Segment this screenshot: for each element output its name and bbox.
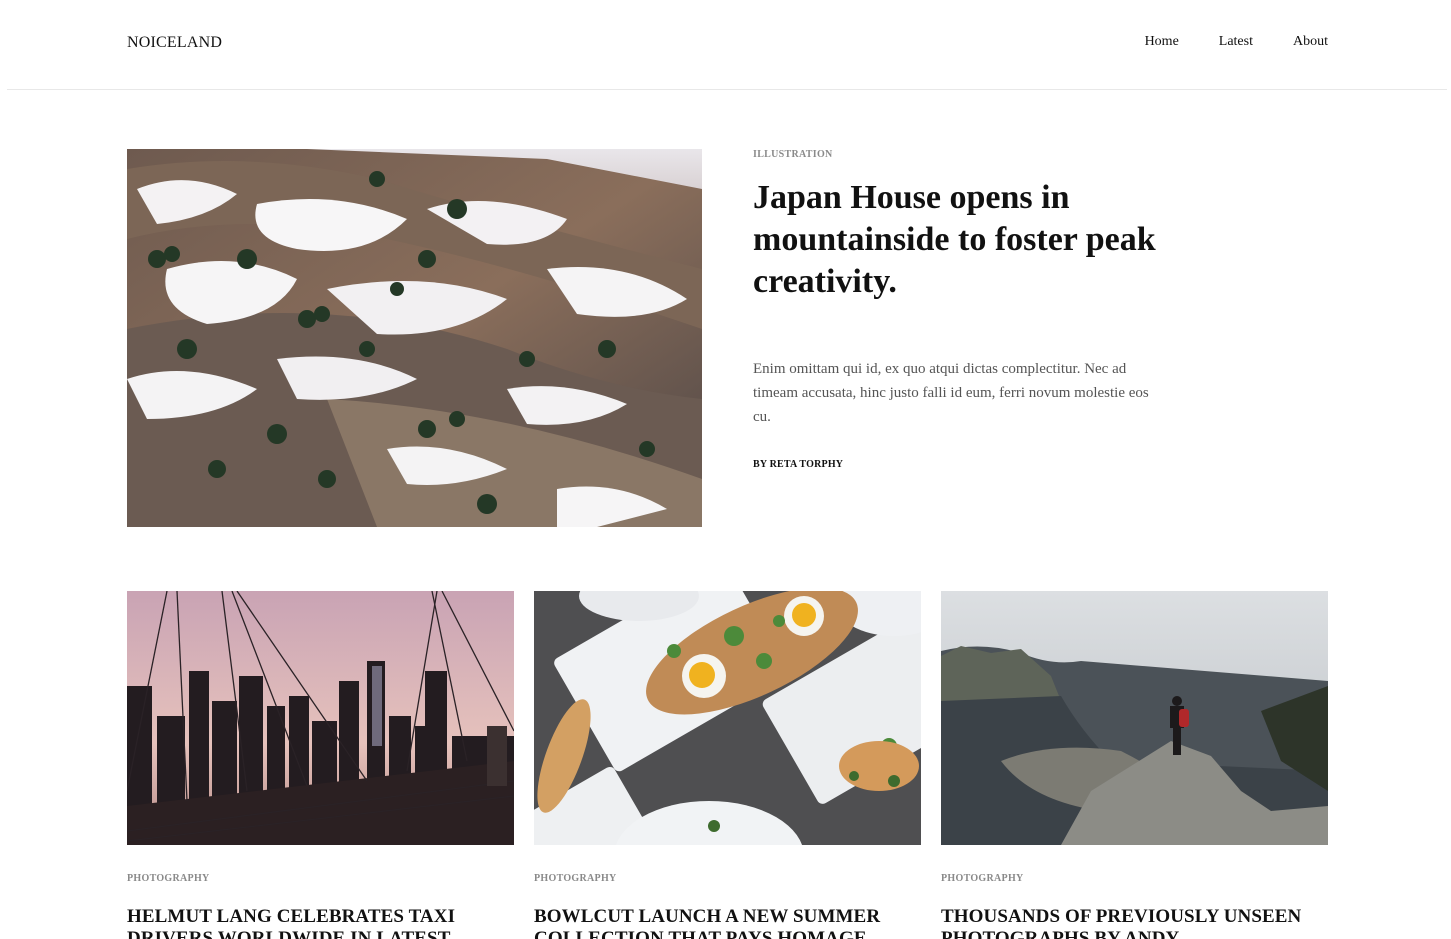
featured-excerpt: Enim omittam qui id, ex quo atqui dictas…	[753, 361, 1149, 425]
featured-article: ILLUSTRATION Japan House opens in mounta…	[753, 149, 1183, 470]
featured-image[interactable]	[127, 149, 702, 527]
article-card: PHOTOGRAPHY THOUSANDS OF PREVIOUSLY UNSE…	[941, 591, 1328, 939]
featured-byline[interactable]: BY RETA TORPHY	[753, 459, 1183, 470]
featured-category[interactable]: ILLUSTRATION	[753, 149, 1183, 160]
featured-title[interactable]: Japan House opens in mountainside to fos…	[753, 177, 1183, 303]
nav-latest[interactable]: Latest	[1219, 34, 1253, 50]
card-title[interactable]: HELMUT LANG CELEBRATES TAXI DRIVERS WORL…	[127, 906, 514, 939]
card-image-bridge[interactable]	[127, 591, 514, 845]
card-title[interactable]: THOUSANDS OF PREVIOUSLY UNSEEN PHOTOGRAP…	[941, 906, 1328, 939]
card-category[interactable]: PHOTOGRAPHY	[127, 873, 514, 884]
header-divider	[7, 89, 1447, 90]
card-image-hiker[interactable]	[941, 591, 1328, 845]
card-category[interactable]: PHOTOGRAPHY	[941, 873, 1328, 884]
card-title[interactable]: BOWLCUT LAUNCH A NEW SUMMER COLLECTION T…	[534, 906, 921, 939]
site-header: NOICELAND Home Latest About	[0, 0, 1451, 90]
main-nav: Home Latest About	[1145, 34, 1328, 50]
card-category[interactable]: PHOTOGRAPHY	[534, 873, 921, 884]
article-card: PHOTOGRAPHY HELMUT LANG CELEBRATES TAXI …	[127, 591, 514, 939]
nav-about[interactable]: About	[1293, 34, 1328, 50]
site-logo[interactable]: NOICELAND	[127, 34, 222, 52]
nav-home[interactable]: Home	[1145, 34, 1179, 50]
article-card: PHOTOGRAPHY BOWLCUT LAUNCH A NEW SUMMER …	[534, 591, 921, 939]
card-image-food[interactable]	[534, 591, 921, 845]
